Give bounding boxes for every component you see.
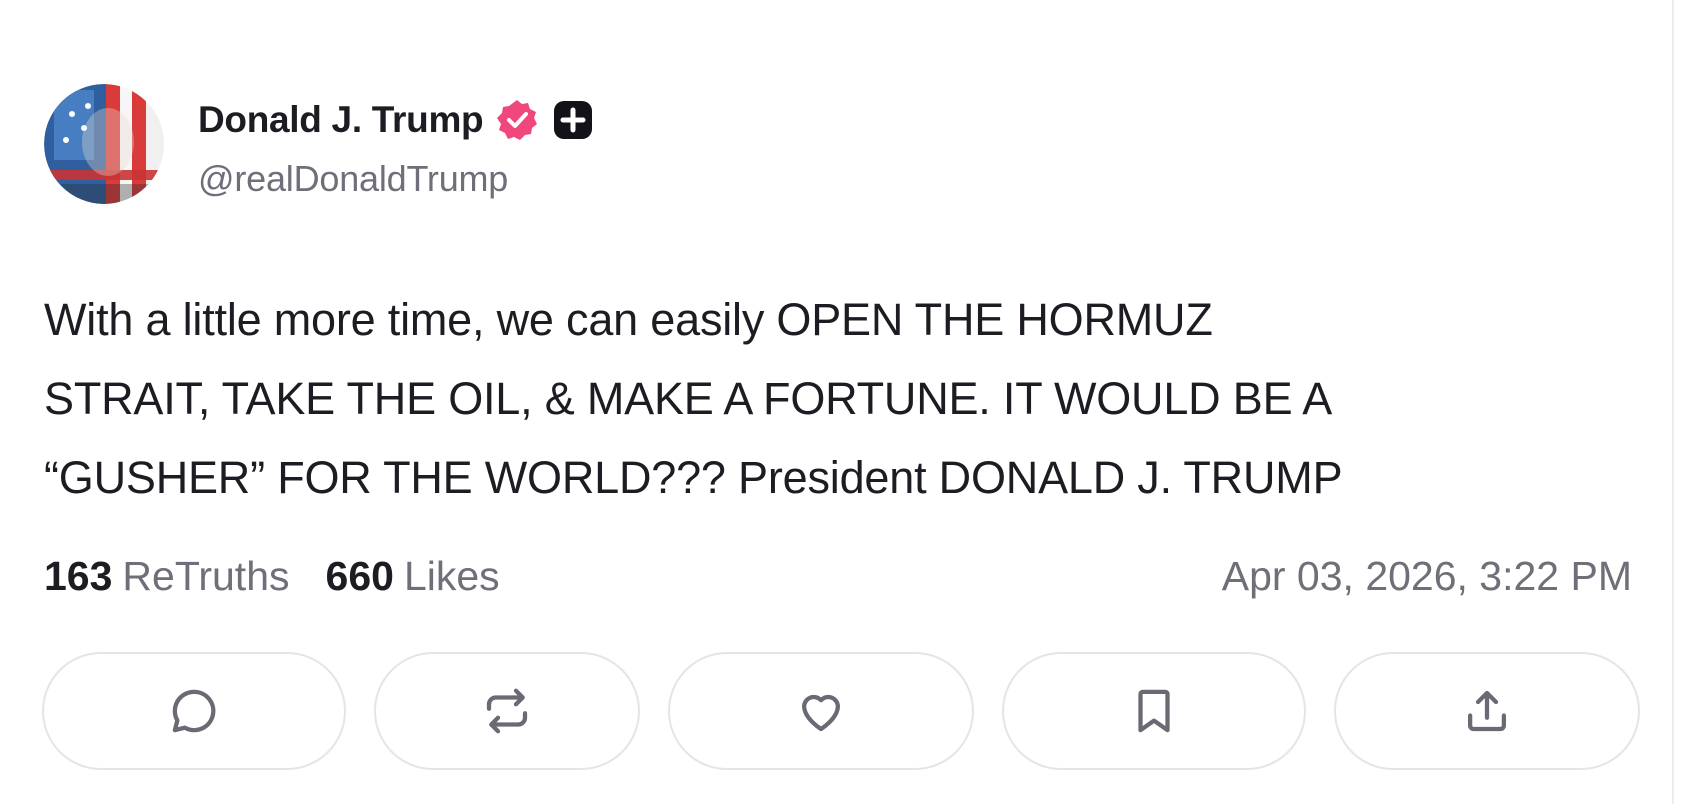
share-upload-icon [1467,690,1507,732]
bookmark-icon [1138,689,1170,733]
comment-icon [172,689,216,733]
bookmark-button[interactable] [1002,652,1306,770]
reply-button[interactable] [42,652,346,770]
retruth-button[interactable] [374,652,640,770]
post-card: Donald J. Trump @realDonaldTrump With a … [0,0,1688,804]
repost-icon [486,688,528,734]
verified-badge-icon [495,98,539,142]
share-button[interactable] [1334,652,1640,770]
author-name-row: Donald J. Trump [198,94,595,146]
author-avatar[interactable] [44,84,164,204]
avatar-image [44,84,164,204]
post-stats: 163 ReTruths 660 Likes [44,548,500,604]
post-timestamp[interactable]: Apr 03, 2026, 3:22 PM [1222,548,1632,604]
author-handle[interactable]: @realDonaldTrump [198,158,508,200]
heart-icon [801,694,841,732]
action-bar [0,652,1688,774]
retruths-count[interactable]: 163 [44,553,112,600]
retruths-label[interactable]: ReTruths [122,553,289,600]
plus-badge-icon [551,98,595,142]
likes-label[interactable]: Likes [404,553,500,600]
like-button[interactable] [668,652,974,770]
likes-count[interactable]: 660 [326,553,394,600]
post-body-text: With a little more time, we can easily O… [44,294,1343,503]
author-display-name[interactable]: Donald J. Trump [198,99,484,141]
